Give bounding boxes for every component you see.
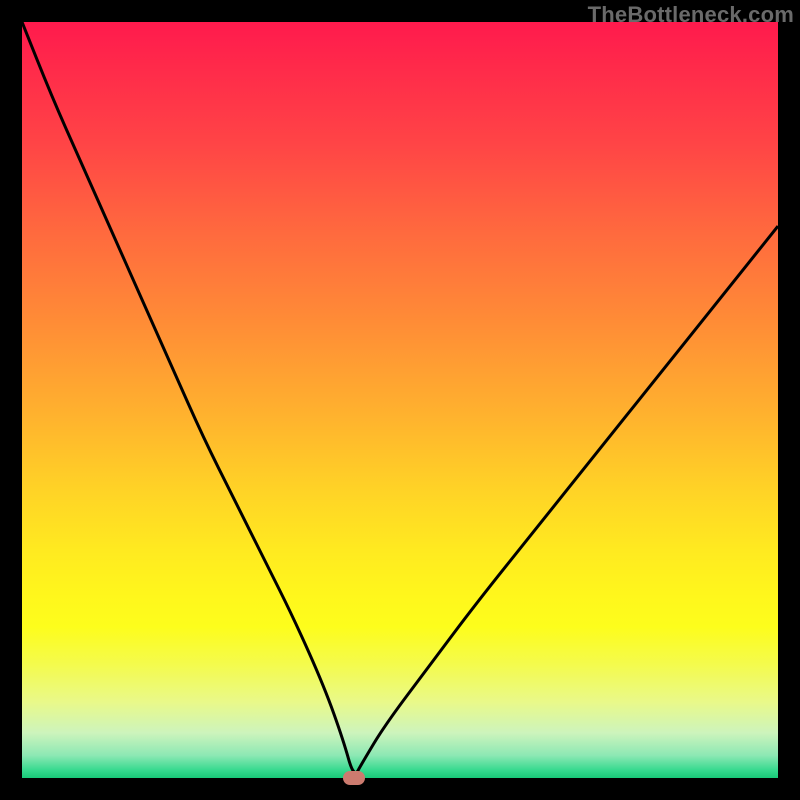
optimal-point-marker: [343, 771, 365, 785]
chart-background-gradient: [22, 22, 778, 778]
chart-frame: [22, 22, 778, 778]
watermark-text: TheBottleneck.com: [588, 2, 794, 28]
